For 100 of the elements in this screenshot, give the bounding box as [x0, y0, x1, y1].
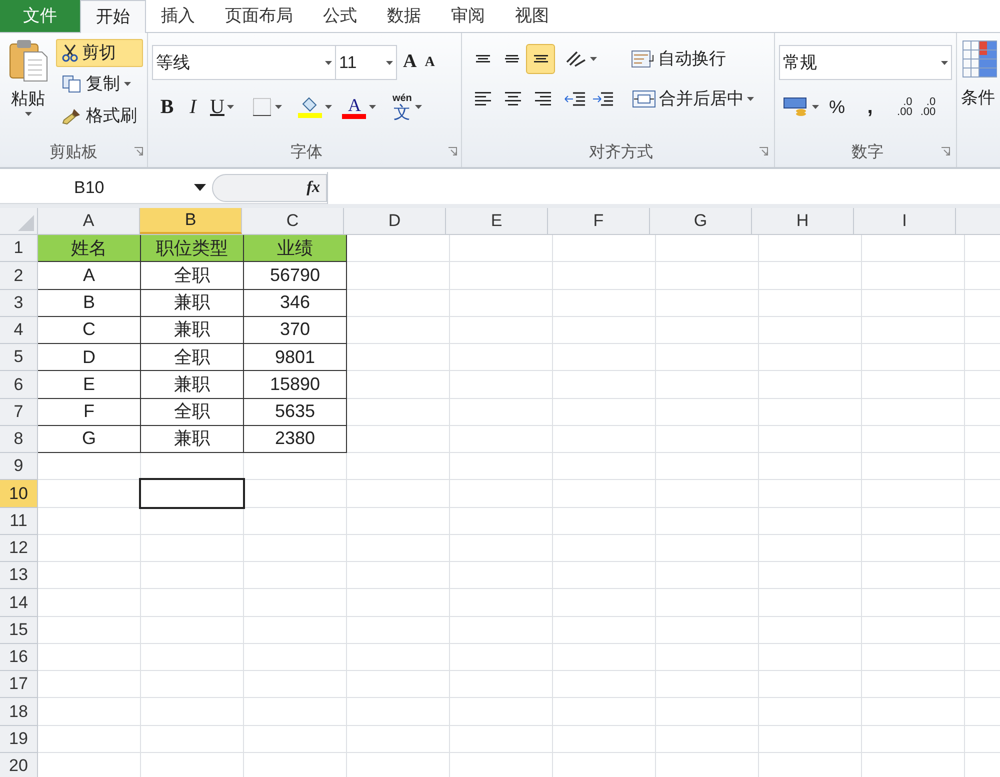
copy-button[interactable]: 复制 — [56, 69, 143, 99]
increase-indent-button[interactable] — [592, 90, 614, 108]
dialog-launcher-icon[interactable] — [759, 147, 768, 156]
angled-text-icon — [565, 50, 587, 68]
number-format-field[interactable]: 常规 — [779, 45, 952, 80]
header-cell: 职位类型 — [141, 235, 243, 262]
column-header[interactable]: E — [446, 208, 548, 234]
ribbon-tab[interactable]: 开始 — [80, 0, 146, 33]
currency-format-button[interactable] — [783, 96, 819, 118]
dialog-launcher-icon[interactable] — [941, 147, 950, 156]
comma-style-button[interactable]: , — [865, 97, 876, 117]
dropdown-icon — [194, 184, 206, 191]
paint-bucket-icon — [298, 96, 322, 118]
caret-icon — [227, 105, 234, 109]
column-header[interactable]: I — [854, 208, 956, 234]
row-header[interactable]: 2 — [0, 262, 38, 288]
column-header[interactable]: B — [140, 208, 242, 234]
grow-font-button[interactable]: A — [403, 48, 417, 77]
column-header[interactable]: H — [752, 208, 854, 234]
row-header[interactable]: 1 — [0, 235, 38, 262]
paste-button[interactable]: 粘贴 — [0, 38, 56, 139]
table-cell-text: 5635 — [274, 400, 316, 424]
table-cell-text: 全职 — [173, 264, 211, 287]
row-header[interactable]: 19 — [0, 726, 38, 752]
row-header[interactable]: 11 — [0, 508, 38, 534]
column-header[interactable]: G — [650, 208, 752, 234]
header-cell: 姓名 — [38, 235, 140, 262]
active-cell-outline[interactable] — [141, 480, 243, 506]
caret-icon — [941, 60, 948, 64]
table-cell-text: G — [80, 427, 97, 450]
row-header[interactable]: 16 — [0, 644, 38, 670]
column-header[interactable]: F — [548, 208, 650, 234]
dialog-launcher-icon[interactable] — [134, 147, 143, 156]
row-header[interactable]: 12 — [0, 534, 38, 561]
fill-color-button[interactable] — [298, 96, 332, 118]
percent-button[interactable]: % — [829, 94, 846, 120]
increase-decimal-button[interactable]: .0 .00 — [897, 97, 912, 117]
row-header[interactable]: 15 — [0, 616, 38, 643]
merge-cells-icon — [632, 89, 656, 109]
money-icon — [783, 96, 809, 118]
ribbon-tab[interactable]: 页面布局 — [210, 0, 308, 32]
underline-button[interactable]: U — [210, 92, 234, 122]
font-name-field[interactable]: 等线 — [152, 45, 336, 80]
row-header[interactable]: 8 — [0, 426, 38, 452]
group-label: 数字 — [852, 142, 884, 163]
brush-icon — [62, 107, 82, 125]
border-icon — [252, 97, 272, 117]
font-color-button[interactable]: A — [342, 96, 376, 118]
column-header[interactable]: C — [242, 208, 344, 234]
bold-button[interactable]: B — [158, 92, 176, 122]
orientation-button[interactable] — [565, 50, 597, 68]
ribbon-tab[interactable]: 数据 — [372, 0, 436, 32]
row-header[interactable]: 20 — [0, 752, 38, 777]
table-cell-text: F — [82, 400, 96, 424]
row-header[interactable]: 4 — [0, 316, 38, 343]
border-button[interactable] — [252, 97, 282, 117]
table-cell-text: 兼职 — [173, 372, 211, 396]
ribbon-tab[interactable]: 视图 — [500, 0, 564, 32]
font-size-field[interactable]: 11 — [335, 45, 397, 80]
insert-function-button[interactable]: fx — [306, 176, 320, 200]
row-header[interactable]: 7 — [0, 398, 38, 425]
table-cell-text: E — [82, 372, 96, 396]
shrink-font-button[interactable]: A — [424, 52, 435, 73]
phonetic-guide-button[interactable]: wén 文 — [392, 94, 422, 120]
table-cell-text: 370 — [278, 318, 312, 342]
conditional-format-button[interactable]: 条件 — [961, 39, 997, 110]
format-painter-button[interactable]: 格式刷 — [56, 101, 143, 131]
formula-input[interactable] — [327, 172, 1000, 204]
caret-icon — [386, 60, 393, 64]
row-header[interactable]: 9 — [0, 453, 38, 480]
dialog-launcher-icon[interactable] — [448, 147, 457, 156]
vertical-align-button[interactable] — [526, 44, 555, 74]
row-header[interactable]: 18 — [0, 698, 38, 724]
table-cell-text: 全职 — [173, 346, 211, 369]
row-header[interactable]: 10 — [0, 480, 38, 506]
column-header[interactable]: D — [344, 208, 446, 234]
decrease-decimal-button[interactable]: .0 .00 — [920, 97, 936, 117]
wrap-text-button[interactable]: 自动换行 — [631, 46, 726, 72]
scissors-icon — [62, 44, 78, 62]
align-center-icon — [505, 92, 521, 106]
ribbon-tab[interactable]: 插入 — [146, 0, 210, 32]
file-tab[interactable]: 文件 — [0, 0, 80, 32]
row-header[interactable]: 13 — [0, 562, 38, 588]
clipboard-icon — [8, 38, 48, 82]
cut-button[interactable]: 剪切 — [56, 39, 143, 67]
row-header[interactable]: 5 — [0, 344, 38, 370]
decrease-indent-button[interactable] — [564, 90, 586, 108]
row-header[interactable]: 3 — [0, 290, 38, 316]
merge-center-button[interactable]: 合并后居中 — [632, 86, 754, 112]
italic-button[interactable]: I — [186, 92, 200, 122]
row-header[interactable]: 6 — [0, 371, 38, 398]
caret-icon — [414, 105, 422, 109]
row-header[interactable]: 14 — [0, 589, 38, 616]
row-header[interactable]: 17 — [0, 671, 38, 698]
caret-icon — [812, 105, 819, 109]
align-right-icon — [535, 92, 551, 106]
ribbon-tab[interactable]: 公式 — [308, 0, 372, 32]
name-box[interactable]: B10 — [0, 174, 212, 202]
table-cell-text: 兼职 — [173, 291, 211, 314]
ribbon-tab[interactable]: 审阅 — [436, 0, 500, 32]
